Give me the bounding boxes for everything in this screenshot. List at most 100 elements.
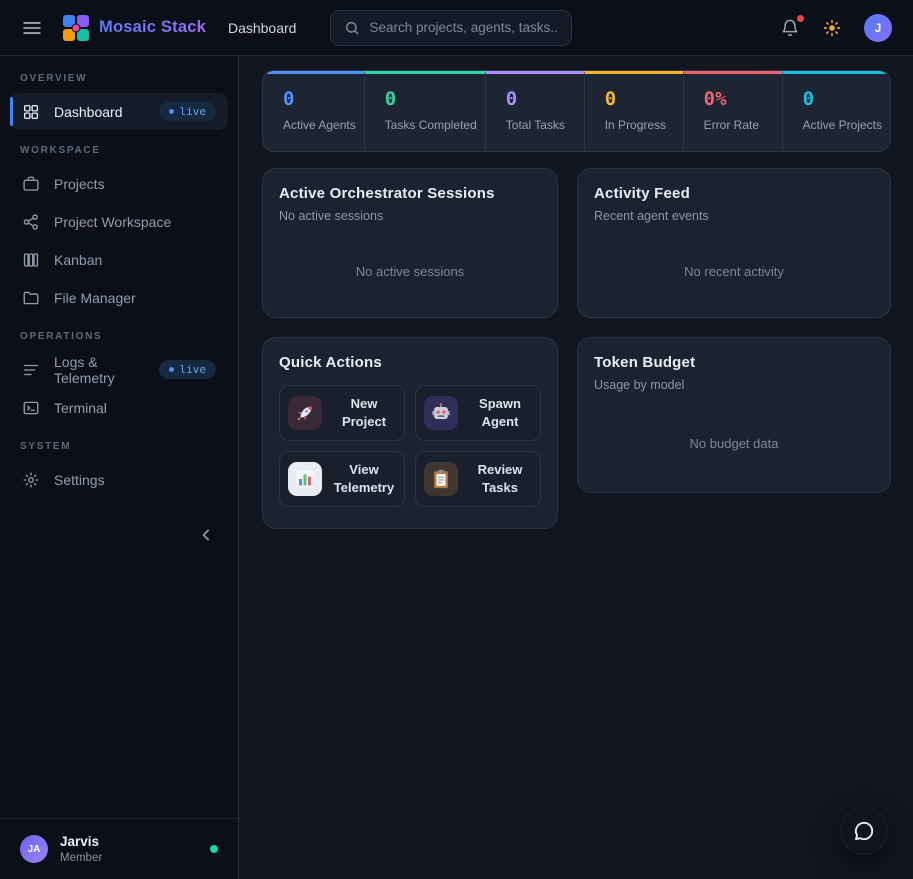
- section-label-operations: OPERATIONS: [20, 331, 218, 342]
- stat-value: 0: [506, 88, 576, 110]
- sidebar-item-label: Dashboard: [54, 104, 123, 120]
- live-dot-icon: [169, 367, 174, 372]
- sidebar-user-card[interactable]: JA Jarvis Member: [0, 818, 238, 879]
- menu-icon[interactable]: [21, 17, 43, 39]
- card-title: Activity Feed: [594, 185, 874, 202]
- rocket-icon: [288, 396, 322, 430]
- sidebar-item-kanban[interactable]: Kanban: [10, 241, 228, 278]
- stat-active-agents: 0 Active Agents: [263, 71, 364, 151]
- stat-in-progress: 0 In Progress: [584, 71, 683, 151]
- card-title: Active Orchestrator Sessions: [279, 185, 541, 202]
- terminal-icon: [22, 399, 40, 417]
- section-label-system: SYSTEM: [20, 441, 218, 452]
- quick-action-label: View Telemetry: [332, 461, 396, 496]
- stat-label: Tasks Completed: [385, 118, 477, 132]
- stat-label: Active Projects: [803, 118, 882, 132]
- brand-name: Mosaic Stack: [99, 18, 206, 37]
- chart-icon: [288, 462, 322, 496]
- sidebar-item-label: Settings: [54, 472, 105, 488]
- sidebar-collapse-button[interactable]: [196, 523, 220, 547]
- stat-active-projects: 0 Active Projects: [782, 71, 890, 151]
- bell-icon[interactable]: [780, 16, 804, 40]
- empty-state-text: No active sessions: [279, 223, 541, 301]
- card-subtitle: No active sessions: [279, 209, 541, 223]
- sidebar-item-settings[interactable]: Settings: [10, 461, 228, 498]
- main-content: 0 Active Agents 0 Tasks Completed 0 Tota…: [240, 56, 913, 879]
- quick-action-label: New Project: [332, 395, 396, 430]
- stat-value: 0: [283, 88, 356, 110]
- sidebar-item-logs-telemetry[interactable]: Logs & Telemetry live: [10, 351, 228, 388]
- sidebar: OVERVIEW Dashboard live WORKSPACE Projec…: [0, 56, 239, 879]
- quick-action-label: Review Tasks: [468, 461, 532, 496]
- user-initials-avatar: JA: [20, 835, 48, 863]
- spawn-agent-button[interactable]: Spawn Agent: [415, 385, 541, 441]
- card-subtitle: Usage by model: [594, 378, 874, 392]
- live-badge: live: [159, 102, 217, 121]
- sidebar-item-dashboard[interactable]: Dashboard live: [10, 93, 228, 130]
- sidebar-item-label: Logs & Telemetry: [54, 354, 145, 386]
- robot-icon: [424, 396, 458, 430]
- section-label-workspace: WORKSPACE: [20, 145, 218, 156]
- network-icon: [22, 213, 40, 231]
- chat-fab-button[interactable]: [840, 807, 888, 855]
- card-title: Quick Actions: [279, 354, 541, 371]
- active-orchestrator-sessions-card: Active Orchestrator Sessions No active s…: [262, 168, 558, 318]
- token-budget-card: Token Budget Usage by model No budget da…: [577, 337, 891, 493]
- stats-row: 0 Active Agents 0 Tasks Completed 0 Tota…: [262, 70, 891, 152]
- user-name: Jarvis: [60, 834, 102, 849]
- card-title: Token Budget: [594, 354, 874, 371]
- sidebar-item-label: File Manager: [54, 290, 136, 306]
- stat-label: Active Agents: [283, 118, 356, 132]
- stat-error-rate: 0% Error Rate: [683, 71, 782, 151]
- sidebar-item-label: Kanban: [54, 252, 102, 268]
- stat-label: Error Rate: [704, 118, 774, 132]
- user-avatar-button[interactable]: J: [864, 14, 892, 42]
- mosaic-logo-icon: [63, 15, 89, 41]
- live-dot-icon: [169, 109, 174, 114]
- quick-action-label: Spawn Agent: [468, 395, 532, 430]
- top-bar: Mosaic Stack Dashboard J: [0, 0, 913, 56]
- global-search[interactable]: [330, 10, 572, 46]
- clipboard-icon: [424, 462, 458, 496]
- stat-value: 0: [385, 88, 477, 110]
- sidebar-item-terminal[interactable]: Terminal: [10, 389, 228, 426]
- card-subtitle: Recent agent events: [594, 209, 874, 223]
- sidebar-item-label: Project Workspace: [54, 214, 171, 230]
- sidebar-item-project-workspace[interactable]: Project Workspace: [10, 203, 228, 240]
- stat-label: In Progress: [605, 118, 675, 132]
- logs-icon: [22, 361, 40, 379]
- sidebar-item-projects[interactable]: Projects: [10, 165, 228, 202]
- review-tasks-button[interactable]: Review Tasks: [415, 451, 541, 507]
- sidebar-item-label: Projects: [54, 176, 105, 192]
- stat-tasks-completed: 0 Tasks Completed: [364, 71, 485, 151]
- new-project-button[interactable]: New Project: [279, 385, 405, 441]
- kanban-icon: [22, 251, 40, 269]
- search-input[interactable]: [369, 20, 558, 35]
- sidebar-nav: OVERVIEW Dashboard live WORKSPACE Projec…: [0, 56, 238, 818]
- search-icon: [344, 20, 360, 36]
- briefcase-icon: [22, 175, 40, 193]
- empty-state-text: No recent activity: [594, 223, 874, 301]
- gear-icon: [22, 471, 40, 489]
- online-status-dot: [210, 845, 218, 853]
- app-logo[interactable]: Mosaic Stack: [63, 15, 206, 41]
- breadcrumb: Dashboard: [228, 20, 297, 36]
- sidebar-item-label: Terminal: [54, 400, 107, 416]
- section-label-overview: OVERVIEW: [20, 73, 218, 84]
- view-telemetry-button[interactable]: View Telemetry: [279, 451, 405, 507]
- stat-label: Total Tasks: [506, 118, 576, 132]
- grid-icon: [22, 103, 40, 121]
- empty-state-text: No budget data: [594, 392, 874, 476]
- user-role: Member: [60, 852, 102, 864]
- notification-dot: [797, 15, 804, 22]
- stat-total-tasks: 0 Total Tasks: [485, 71, 584, 151]
- stat-value: 0: [803, 88, 882, 110]
- sidebar-item-file-manager[interactable]: File Manager: [10, 279, 228, 316]
- stat-value: 0%: [704, 88, 774, 110]
- sun-icon[interactable]: [822, 16, 846, 40]
- quick-actions-card: Quick Actions New Project Spawn Agent: [262, 337, 558, 529]
- stat-value: 0: [605, 88, 675, 110]
- folder-icon: [22, 289, 40, 307]
- activity-feed-card: Activity Feed Recent agent events No rec…: [577, 168, 891, 318]
- chat-bubble-icon: [852, 819, 876, 843]
